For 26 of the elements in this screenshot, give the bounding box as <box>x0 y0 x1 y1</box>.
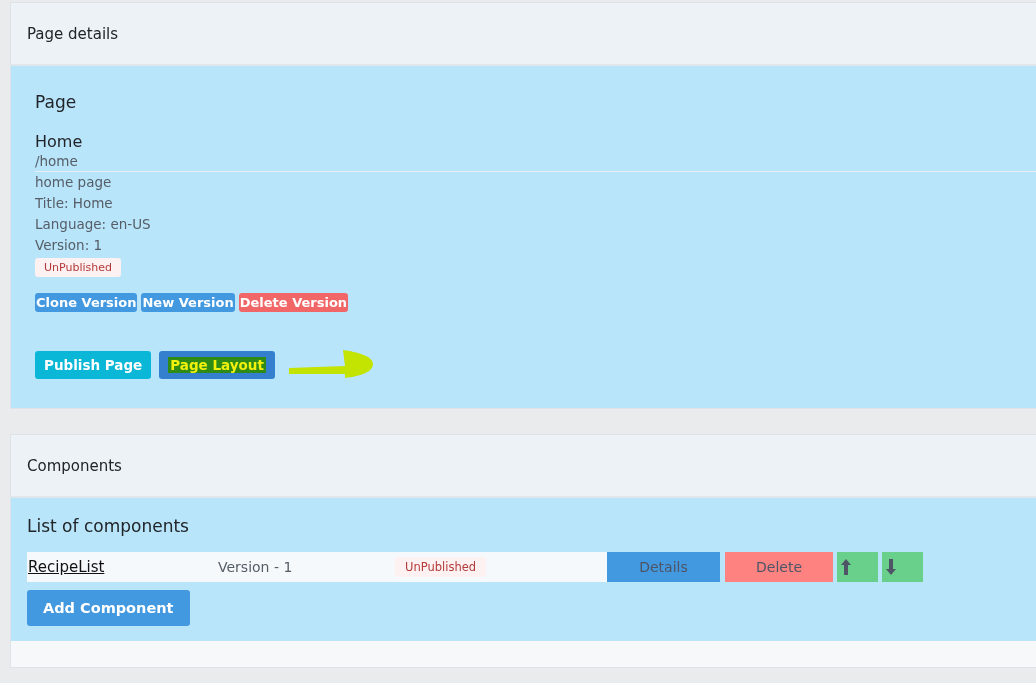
page-info-text: Language: en-US <box>35 215 152 234</box>
section-heading: List of components <box>27 516 190 536</box>
details-button[interactable]: Details <box>607 552 720 582</box>
component-link[interactable]: RecipeList <box>27 552 218 582</box>
publish-button[interactable]: Publish Page <box>35 351 152 379</box>
version-button[interactable]: Delete Version <box>238 293 349 312</box>
page-info-text: Version: 1 <box>35 236 104 255</box>
down-arrow-icon <box>886 559 896 575</box>
page-path: /home <box>35 153 1036 172</box>
card-header: Page details <box>11 3 1036 66</box>
card-header: Components <box>11 435 1036 498</box>
component-version: Version - 1 <box>218 552 395 582</box>
move-down-button[interactable] <box>882 552 923 582</box>
section-heading: Page <box>35 92 78 112</box>
add-component-button[interactable]: Add Component <box>27 590 190 626</box>
version-button[interactable]: New Version <box>141 293 235 312</box>
status-badge: UnPublished <box>395 557 487 577</box>
layout-button[interactable]: Page Layout <box>159 351 275 379</box>
page-info-text: Title: Home <box>35 194 114 213</box>
page-name: Home <box>35 132 84 151</box>
move-up-button[interactable] <box>837 552 878 582</box>
up-arrow-icon <box>841 559 851 575</box>
page-info-text: home page <box>35 173 113 192</box>
status-badge: UnPublished <box>35 258 121 277</box>
delete-button[interactable]: Delete <box>725 552 833 582</box>
version-button[interactable]: Clone Version <box>35 293 138 312</box>
